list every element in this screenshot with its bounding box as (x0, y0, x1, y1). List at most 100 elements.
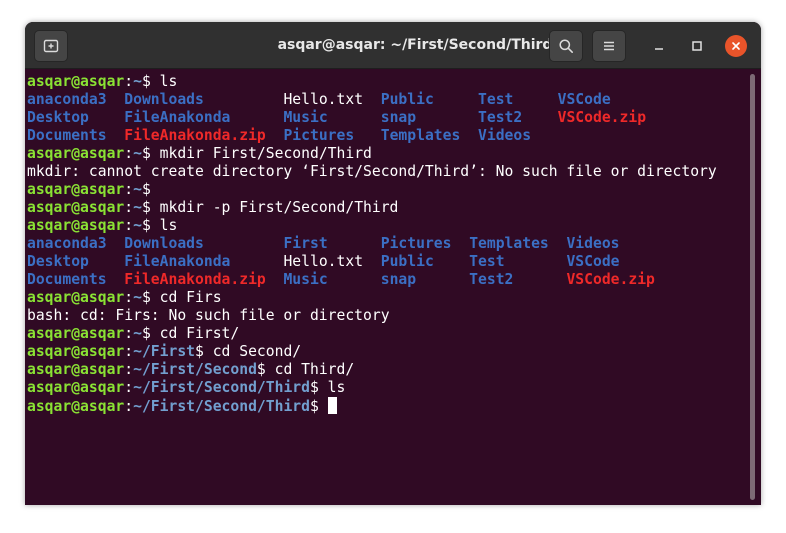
terminal-text: : (124, 289, 134, 306)
prompt-user: asqar@asqar (27, 325, 125, 342)
prompt-path: ~ (133, 145, 142, 162)
archive-entry: VSCode.zip (566, 271, 655, 288)
directory-entry: FileAnakonda (124, 109, 231, 126)
terminal-text: $ mkdir First/Second/Third (141, 145, 372, 162)
prompt-user: asqar@asqar (27, 181, 125, 198)
terminal-line: asqar@asqar:~/First/Second/Third$ (27, 397, 761, 415)
new-tab-button[interactable] (34, 30, 68, 62)
maximize-icon (692, 41, 702, 51)
prompt-user: asqar@asqar (27, 379, 125, 396)
terminal-line: Desktop FileAnakonda Hello.txt Public Te… (27, 253, 761, 271)
terminal-text: bash: cd: Firs: No such file or director… (27, 307, 390, 324)
terminal-text: $ cd Firs (141, 289, 222, 306)
terminal-line: asqar@asqar:~$ ls (27, 217, 761, 235)
terminal-window: asqar@asqar: ~/First/Second/Third asqar@… (25, 22, 761, 505)
terminal-text: Hello.txt (203, 91, 381, 108)
terminal-text: : (124, 379, 134, 396)
terminal-text: $ (309, 398, 328, 415)
directory-entry: Music (283, 271, 328, 288)
terminal-line: asqar@asqar:~$ cd Firs (27, 289, 761, 307)
directory-entry: Templates (469, 235, 549, 252)
maximize-button[interactable] (686, 35, 708, 57)
hamburger-menu-icon (604, 41, 614, 51)
prompt-user: asqar@asqar (27, 145, 125, 162)
terminal-text: $ cd First/ (141, 325, 240, 342)
prompt-user: asqar@asqar (27, 343, 125, 360)
terminal-text: Hello.txt (230, 253, 381, 270)
directory-entry: Music (283, 109, 328, 126)
prompt-path: ~ (133, 217, 142, 234)
prompt-user: asqar@asqar (27, 398, 125, 415)
terminal-line: asqar@asqar:~$ cd First/ (27, 325, 761, 343)
terminal-line: anaconda3 Downloads First Pictures Templ… (27, 235, 761, 253)
close-icon (732, 42, 740, 50)
terminal-line: asqar@asqar:~$ ls (27, 73, 761, 91)
terminal-text: : (124, 398, 134, 415)
scrollbar[interactable] (750, 74, 755, 500)
terminal-text: $ ls (141, 217, 178, 234)
prompt-path: ~ (133, 181, 142, 198)
terminal-text: : (124, 325, 134, 342)
directory-entry: snap (380, 109, 417, 126)
directory-entry: Downloads (124, 235, 204, 252)
directory-entry: Videos (478, 127, 532, 144)
directory-entry: Documents (27, 271, 107, 288)
prompt-path: ~/First/Second (133, 361, 257, 378)
terminal-text: $ cd Third/ (256, 361, 355, 378)
terminal-line: asqar@asqar:~$ mkdir -p First/Second/Thi… (27, 199, 761, 217)
directory-entry: Documents (27, 127, 107, 144)
terminal-text: : (124, 181, 134, 198)
directory-entry: VSCode (566, 253, 620, 270)
directory-entry: VSCode (557, 91, 611, 108)
text-cursor (327, 397, 337, 414)
terminal-text: $ ls (309, 379, 346, 396)
directory-entry: Test2 (469, 271, 514, 288)
prompt-path: ~/First/Second/Third (133, 379, 310, 396)
terminal-line: anaconda3 Downloads Hello.txt Public Tes… (27, 91, 761, 109)
minimize-button[interactable] (648, 35, 670, 57)
archive-entry: FileAnakonda.zip (124, 271, 266, 288)
terminal-line: Documents FileAnakonda.zip Music snap Te… (27, 271, 761, 289)
terminal-line: asqar@asqar:~/First$ cd Second/ (27, 343, 761, 361)
directory-entry: Downloads (124, 91, 204, 108)
directory-entry: Public (380, 91, 434, 108)
directory-entry: Templates (380, 127, 461, 144)
search-button[interactable] (549, 30, 583, 62)
menu-button[interactable] (592, 30, 626, 62)
terminal-line: mkdir: cannot create directory ‘First/Se… (27, 163, 761, 181)
directory-entry: snap (380, 271, 417, 288)
terminal-line: asqar@asqar:~/First/Second/Third$ ls (27, 379, 761, 397)
terminal-text: $ mkdir -p First/Second/Third (141, 199, 399, 216)
close-button[interactable] (725, 35, 747, 57)
terminal-line: Documents FileAnakonda.zip Pictures Temp… (27, 127, 761, 145)
terminal-output[interactable]: asqar@asqar:~$ ls anaconda3 Downloads Hel… (25, 70, 761, 505)
prompt-user: asqar@asqar (27, 289, 125, 306)
terminal-text: : (124, 145, 134, 162)
directory-entry: Test2 (478, 109, 523, 126)
terminal-text: : (124, 361, 134, 378)
directory-entry: Pictures (283, 127, 355, 144)
terminal-text: : (124, 199, 134, 216)
directory-entry: Pictures (380, 235, 452, 252)
directory-entry: anaconda3 (27, 91, 107, 108)
terminal-text: mkdir: cannot create directory ‘First/Se… (27, 163, 717, 180)
